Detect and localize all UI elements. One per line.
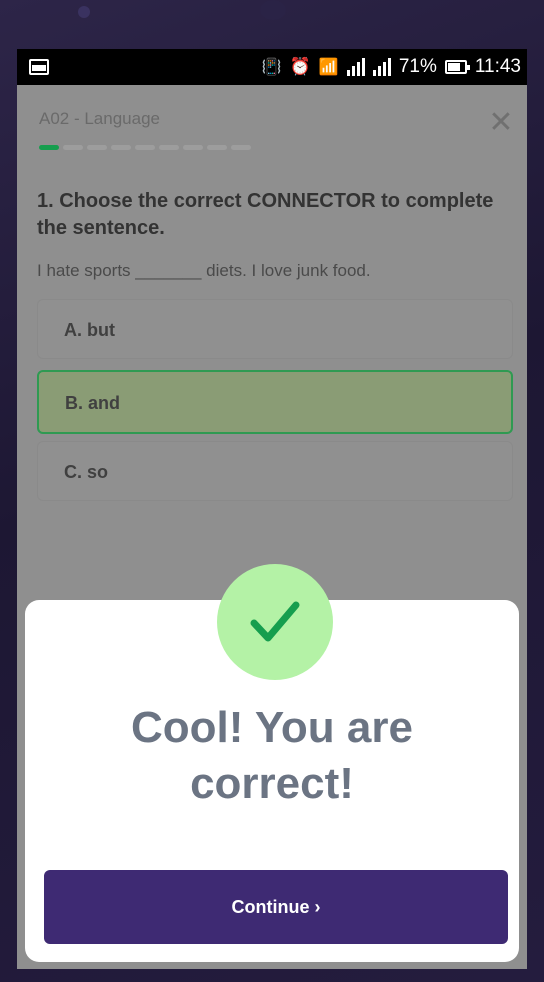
answer-option-a[interactable]: A. but [37,299,513,359]
progress-segment [39,145,59,150]
progress-segment [87,145,107,150]
result-title-line2: correct! [190,759,354,808]
question-text: 1. Choose the correct CONNECTOR to compl… [37,190,494,239]
signal-icon-sim2 [372,58,391,76]
earpiece-speaker [260,0,286,20]
section-label: A02 - Language [39,109,160,128]
signal-icon [346,58,365,76]
battery-icon [444,60,470,74]
status-bar: 📳 ⏰ 📶 71% 11:43 [17,49,527,85]
progress-segment [159,145,179,150]
progress-segment [231,145,251,150]
close-icon[interactable]: ✕ [487,108,515,138]
wifi-icon: 📶 [318,59,339,76]
progress-segment [207,145,227,150]
progress-segment [111,145,131,150]
result-title-line1: Cool! You are [131,703,413,752]
progress-segment [135,145,155,150]
progress-segment [63,145,83,150]
question-sentence: I hate sports _______ diets. I love junk… [37,261,371,280]
status-bar-right: 📳 ⏰ 📶 71% 11:43 [262,56,521,78]
progress-indicator [39,145,251,150]
battery-percent: 71% [398,56,437,77]
vibrate-icon: 📳 [261,59,282,76]
notification-icon [29,59,49,75]
alarm-icon: ⏰ [289,57,311,76]
answer-option-c[interactable]: C. so [37,441,513,501]
progress-segment [183,145,203,150]
continue-button[interactable]: Continue › [44,870,508,944]
front-camera [78,6,90,18]
clock: 11:43 [474,56,521,77]
phone-screen: 📳 ⏰ 📶 71% 11:43 A02 - Language ✕ 1. Choo… [17,49,527,969]
checkmark-icon [217,564,333,680]
answer-option-b[interactable]: B. and [37,370,513,434]
result-modal: Cool! You are correct! Continue › [25,564,519,962]
checkmark-glyph [250,601,300,642]
result-title: Cool! You are correct! [25,700,519,812]
